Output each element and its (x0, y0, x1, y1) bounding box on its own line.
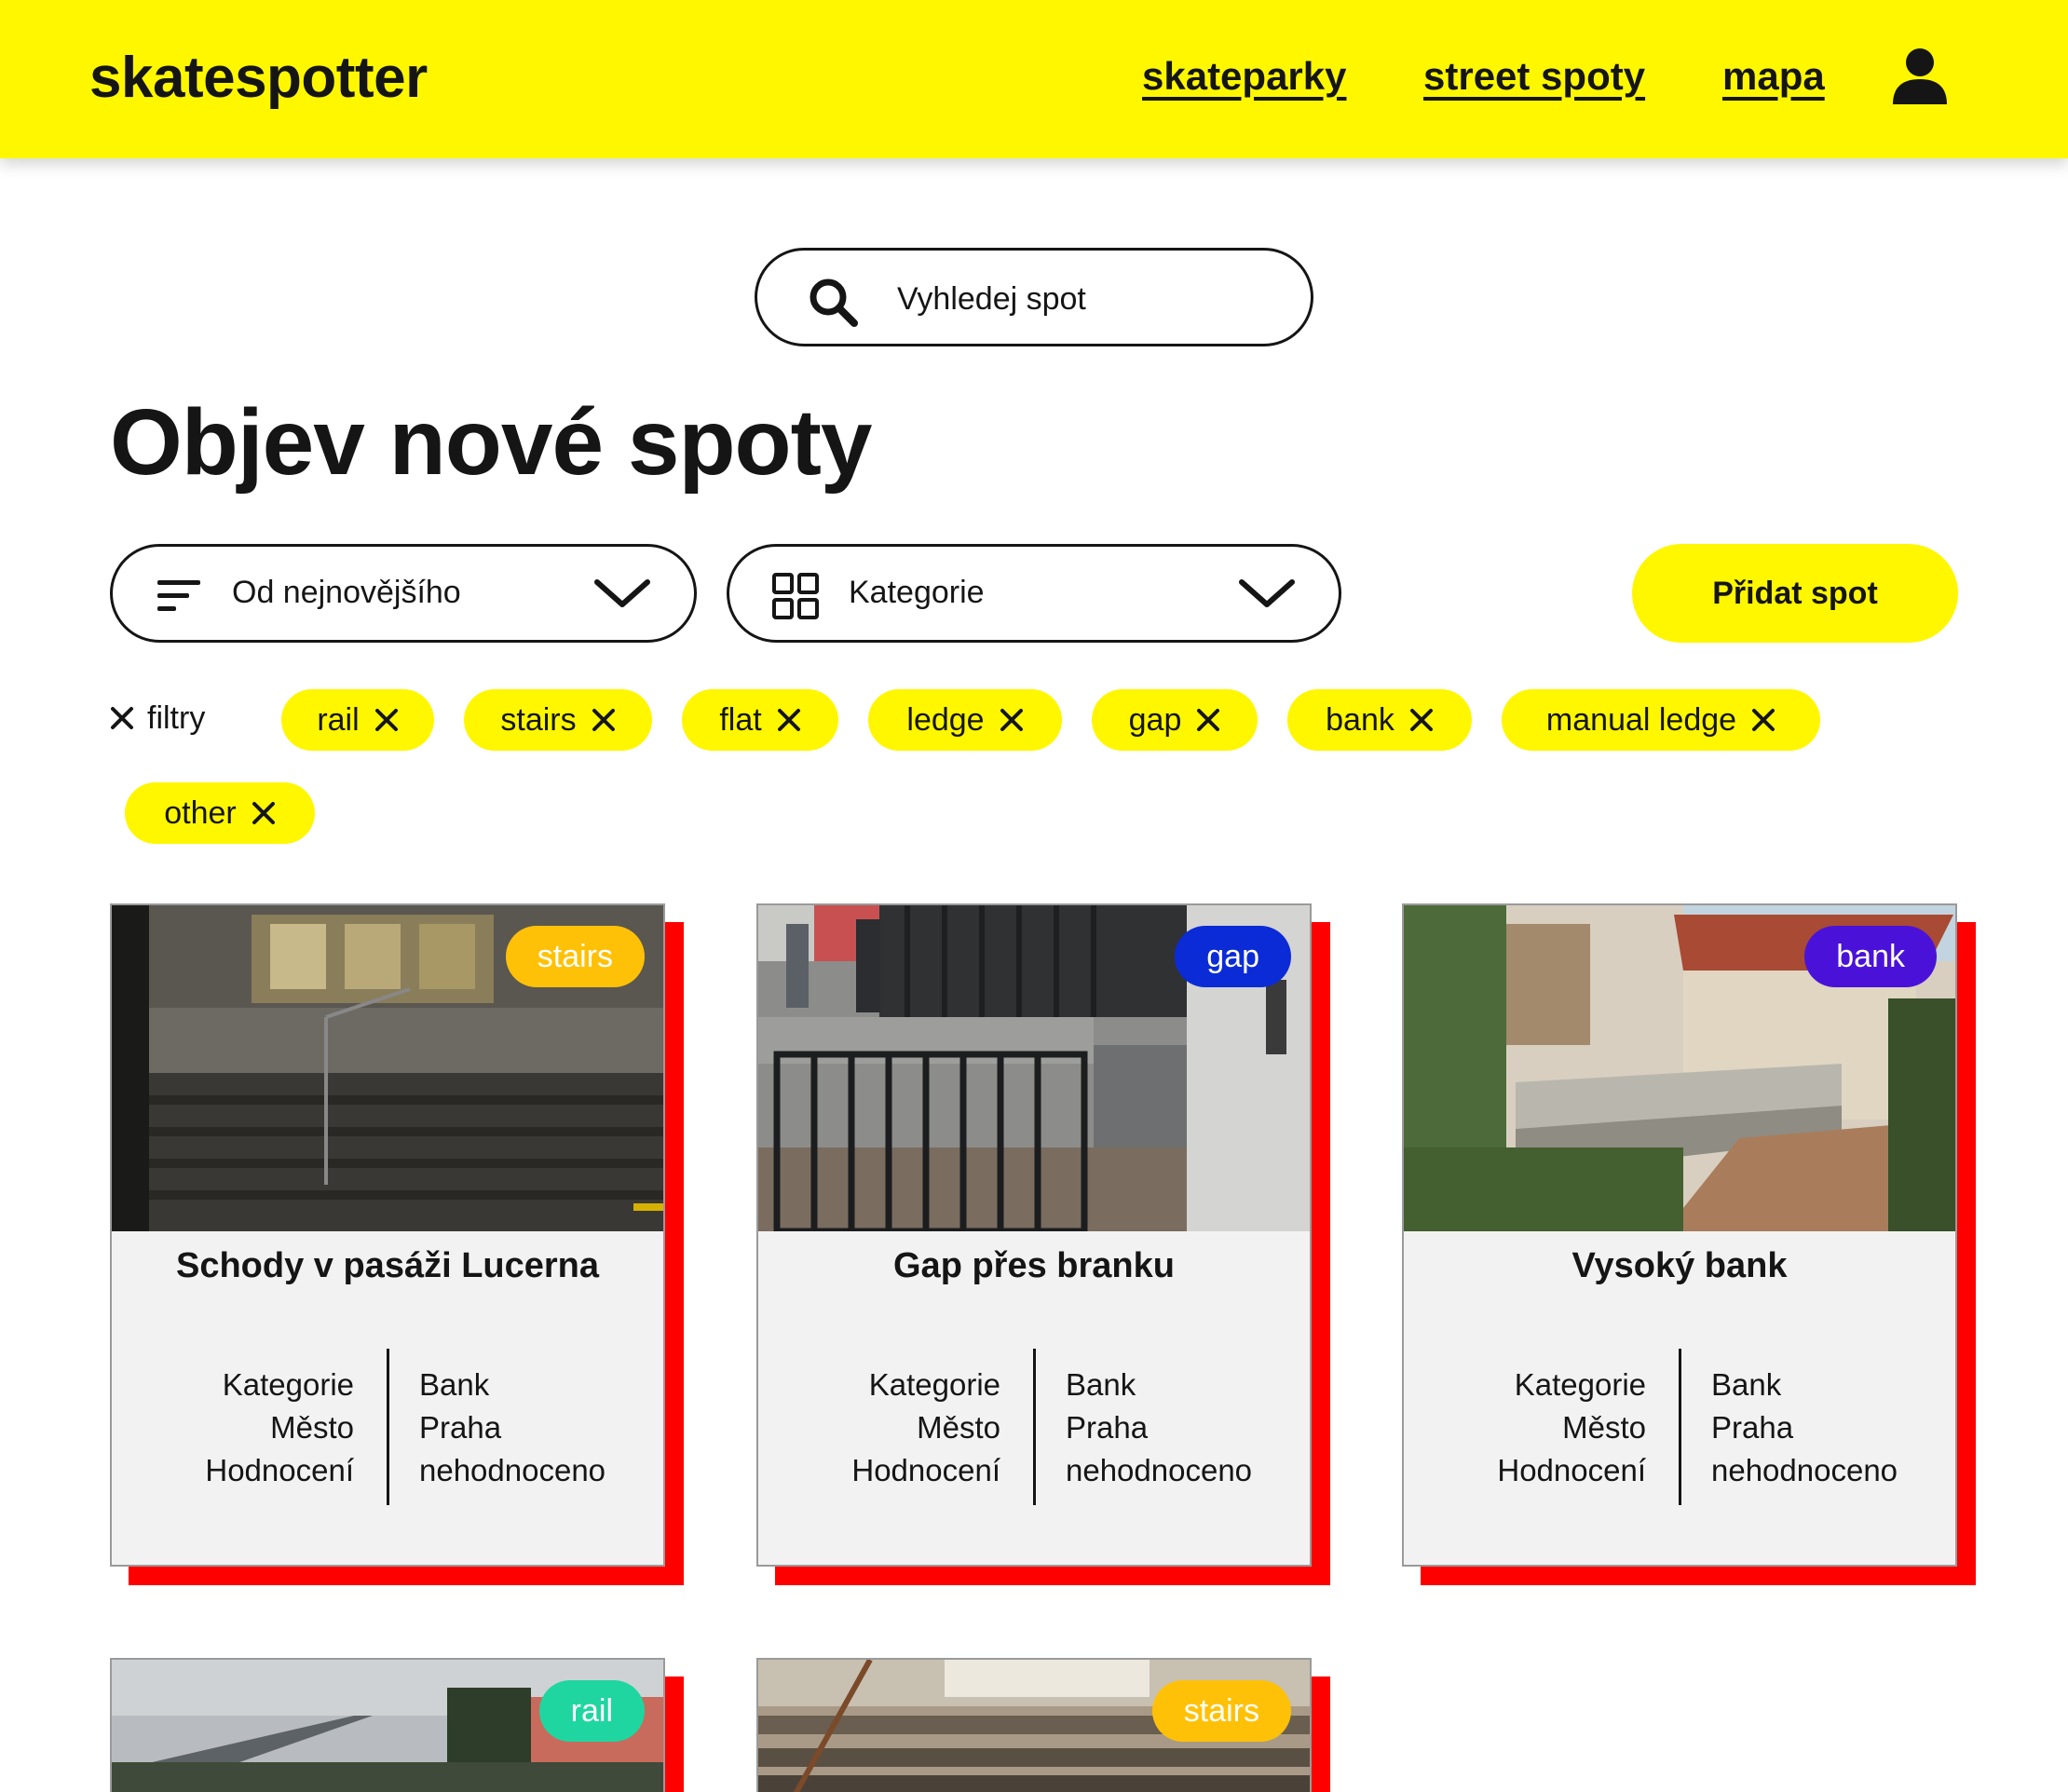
spot-title: Vysoký bank (1571, 1246, 1788, 1285)
value-rating: nehodnoceno (1711, 1453, 1898, 1487)
sort-icon (157, 580, 200, 611)
add-spot-button[interactable]: Přidat spot (1632, 544, 1958, 643)
close-icon (111, 707, 133, 729)
sort-select[interactable]: Od nejnovějšího (110, 544, 697, 643)
value-city: Praha (419, 1410, 502, 1445)
spot-card[interactable]: gap Gap přes branku Kategorie Město Hodn… (756, 903, 1312, 1567)
clear-filters-label: filtry (147, 700, 206, 736)
spot-title: Gap přes branku (893, 1246, 1175, 1285)
category-tag: bank (1804, 926, 1937, 987)
spot-title: Schody v pasáži Lucerna (175, 1246, 600, 1285)
label-city: Město (917, 1410, 1000, 1445)
category-tag: stairs (505, 926, 645, 987)
filter-chip-stairs[interactable]: stairs (464, 689, 652, 751)
close-icon[interactable] (1000, 708, 1024, 732)
filter-chip-flat[interactable]: flat (682, 689, 838, 751)
label-city: Město (1562, 1410, 1646, 1445)
label-category: Kategorie (1514, 1367, 1646, 1402)
category-tag: rail (538, 1680, 645, 1742)
clear-filters-button[interactable]: filtry (110, 700, 205, 737)
category-tag: stairs (1151, 1680, 1291, 1742)
category-select-value: Kategorie (849, 575, 985, 610)
nav-link-street-spoty[interactable]: street spoty (1423, 54, 1645, 99)
label-city: Město (270, 1410, 354, 1445)
value-category: Bank (419, 1367, 490, 1402)
label-category: Kategorie (868, 1367, 1000, 1402)
divider (387, 1349, 389, 1505)
filter-chip-bank[interactable]: bank (1287, 689, 1472, 751)
filter-chip-manual-ledge[interactable]: manual ledge (1502, 689, 1820, 751)
close-icon[interactable] (777, 708, 801, 732)
label-rating: Hodnocení (851, 1453, 1000, 1487)
close-icon[interactable] (592, 708, 616, 732)
value-category: Bank (1066, 1367, 1136, 1402)
filter-chip-gap[interactable]: gap (1092, 689, 1258, 751)
filter-chip-ledge[interactable]: ledge (868, 689, 1062, 751)
grid-icon (772, 573, 819, 619)
site-logo[interactable]: skatespotter (89, 45, 428, 111)
close-icon[interactable] (252, 801, 276, 825)
value-city: Praha (1066, 1410, 1149, 1445)
nav-link-skateparky[interactable]: skateparky (1142, 54, 1347, 99)
filter-chip-label: flat (719, 701, 762, 738)
spot-attribute-values: Bank Praha nehodnoceno (419, 1364, 605, 1492)
close-icon[interactable] (1409, 708, 1434, 732)
search-bar[interactable] (755, 248, 1313, 346)
close-icon[interactable] (374, 708, 399, 732)
filter-chip-rail[interactable]: rail (281, 689, 434, 751)
spot-card[interactable]: stairs (756, 1658, 1312, 1792)
value-rating: nehodnoceno (1066, 1453, 1253, 1487)
spot-card[interactable]: bank Vysoký bank Kategorie Město Hodnoce… (1402, 903, 1957, 1567)
filter-chip-label: gap (1128, 701, 1182, 738)
category-tag: gap (1175, 926, 1291, 987)
close-icon[interactable] (1751, 708, 1775, 732)
value-city: Praha (1711, 1410, 1794, 1445)
label-rating: Hodnocení (1497, 1453, 1646, 1487)
divider (1679, 1349, 1681, 1505)
sort-select-value: Od nejnovějšího (232, 575, 461, 610)
spot-attribute-values: Bank Praha nehodnoceno (1711, 1364, 1898, 1492)
label-rating: Hodnocení (205, 1453, 354, 1487)
chevron-down-icon (594, 579, 650, 607)
filter-chip-other[interactable]: other (125, 782, 315, 844)
nav-link-mapa[interactable]: mapa (1722, 54, 1825, 99)
filter-chip-label: other (164, 794, 237, 831)
spot-attribute-labels: Kategorie Město Hodnocení (1497, 1364, 1646, 1492)
chevron-down-icon (1239, 579, 1295, 607)
filter-chip-label: bank (1326, 701, 1395, 738)
value-category: Bank (1711, 1367, 1782, 1402)
page-title: Objev nové spoty (110, 390, 873, 495)
search-icon (810, 278, 858, 327)
filter-chip-label: rail (317, 701, 360, 738)
spot-attribute-labels: Kategorie Město Hodnocení (851, 1364, 1000, 1492)
user-icon[interactable] (1891, 47, 1949, 104)
spot-card[interactable]: stairs Schody v pasáži Lucerna Kategorie… (110, 903, 665, 1567)
close-icon[interactable] (1196, 708, 1220, 732)
divider (1033, 1349, 1036, 1505)
spot-attribute-labels: Kategorie Město Hodnocení (205, 1364, 354, 1492)
top-navigation-bar: skatespotter skateparky street spoty map… (0, 0, 2068, 158)
category-select[interactable]: Kategorie (727, 544, 1341, 643)
filter-chip-label: manual ledge (1545, 701, 1737, 738)
spot-attribute-values: Bank Praha nehodnoceno (1066, 1364, 1252, 1492)
spot-card[interactable]: rail (110, 1658, 665, 1792)
label-category: Kategorie (222, 1367, 354, 1402)
value-rating: nehodnoceno (419, 1453, 606, 1487)
filter-chip-label: stairs (500, 701, 577, 738)
search-input[interactable] (897, 273, 1288, 325)
filter-chip-label: ledge (906, 701, 985, 738)
